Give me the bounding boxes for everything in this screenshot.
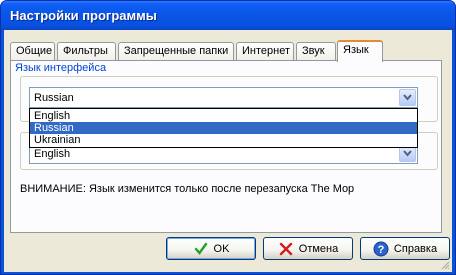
tab-filters[interactable]: Фильтры	[57, 42, 116, 61]
x-icon	[279, 242, 292, 255]
title-bar[interactable]: Настройки программы	[1, 1, 455, 30]
window-title: Настройки программы	[10, 8, 157, 23]
ok-button[interactable]: OK	[166, 237, 256, 260]
tab-forbidden-folders[interactable]: Запрещенные папки	[118, 42, 234, 61]
dialog-client-area: Общие Фильтры Запрещенные папки Интернет…	[4, 30, 452, 272]
ok-button-label: OK	[213, 242, 230, 255]
tab-general[interactable]: Общие	[10, 42, 55, 61]
check-icon	[194, 242, 207, 255]
tab-internet[interactable]: Интернет	[236, 42, 294, 61]
resize-grip-icon[interactable]	[440, 260, 450, 270]
language-select[interactable]: Russian	[29, 87, 418, 108]
settings-window: Настройки программы Общие Фильтры Запрещ…	[0, 0, 456, 275]
help-button[interactable]: ? Справка	[360, 237, 450, 260]
language-select-value: Russian	[34, 92, 74, 104]
language-option-ukrainian[interactable]: Ukrainian	[30, 134, 417, 146]
tab-sound[interactable]: Звук	[296, 42, 336, 61]
language-option-english[interactable]: English	[30, 110, 417, 122]
secondary-select-value: English	[34, 148, 71, 160]
restart-notice: ВНИМАНИЕ: Язык изменится только после пе…	[20, 183, 355, 195]
chevron-down-icon[interactable]	[399, 89, 416, 106]
language-option-russian[interactable]: Russian	[30, 122, 417, 134]
tab-language[interactable]: Язык	[337, 40, 383, 62]
svg-text:?: ?	[378, 244, 385, 256]
language-dropdown-list: English Russian Ukrainian	[29, 108, 418, 148]
cancel-button-label: Отмена	[298, 242, 339, 255]
language-group-legend: Язык интерфейса	[13, 62, 109, 74]
help-icon: ?	[373, 241, 389, 256]
cancel-button[interactable]: Отмена	[263, 237, 353, 260]
help-button-label: Справка	[393, 242, 438, 255]
